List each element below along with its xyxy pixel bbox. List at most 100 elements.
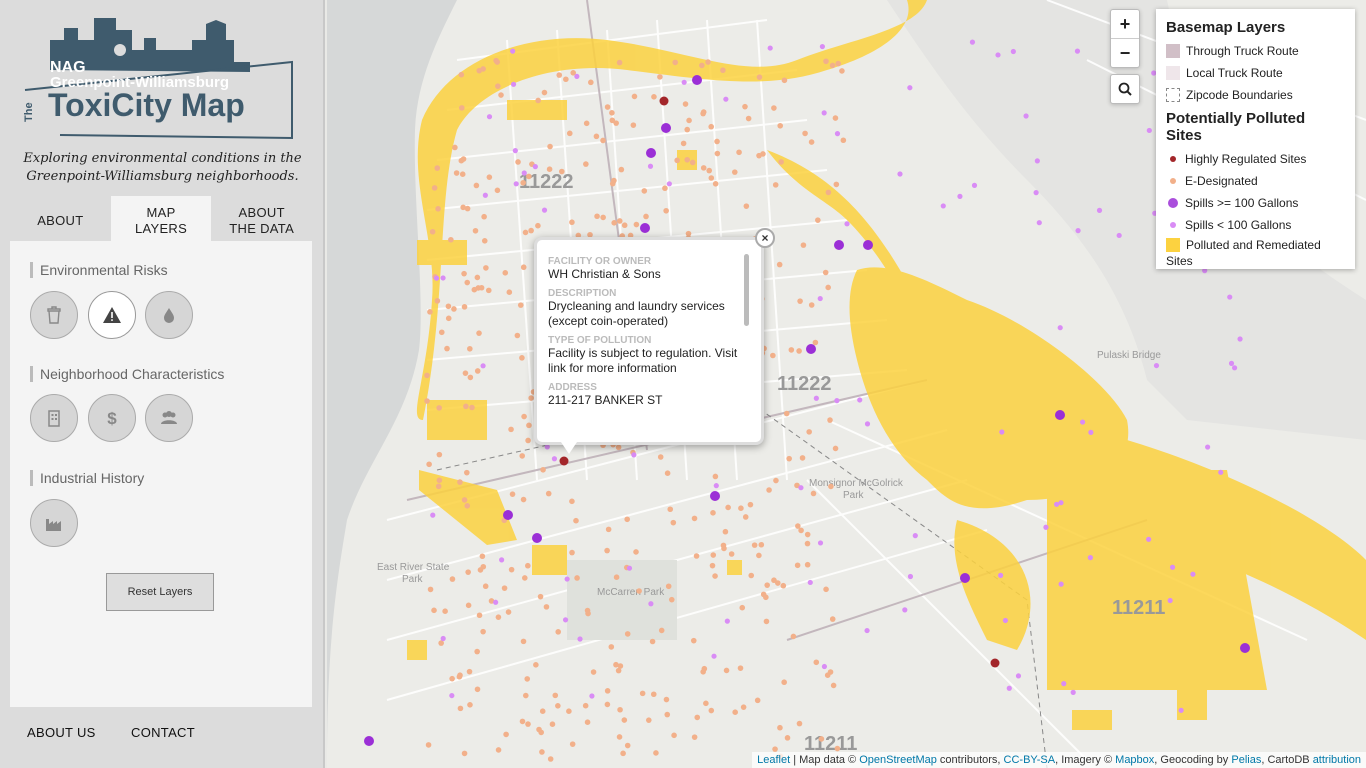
spill-small-marker[interactable] xyxy=(1146,536,1152,542)
regulated-marker[interactable] xyxy=(559,456,569,466)
e-designated-marker[interactable] xyxy=(823,586,829,593)
spill-small-marker[interactable] xyxy=(1080,419,1086,425)
spill-layer-button[interactable] xyxy=(145,291,193,339)
spill-small-marker[interactable] xyxy=(1061,681,1067,687)
spill-small-marker[interactable] xyxy=(1034,158,1040,164)
e-designated-marker[interactable] xyxy=(540,466,546,473)
spill-small-marker[interactable] xyxy=(551,456,558,462)
e-designated-marker[interactable] xyxy=(464,503,471,509)
e-designated-marker[interactable] xyxy=(728,551,735,557)
spill-small-marker[interactable] xyxy=(499,557,505,563)
e-designated-marker[interactable] xyxy=(824,672,831,678)
e-designated-marker[interactable] xyxy=(566,708,572,714)
e-designated-marker[interactable] xyxy=(802,130,808,137)
e-designated-marker[interactable] xyxy=(509,491,516,497)
spill-small-marker[interactable] xyxy=(713,483,719,489)
e-designated-marker[interactable] xyxy=(684,156,690,163)
spill-small-marker[interactable] xyxy=(1169,564,1176,570)
spill-small-marker[interactable] xyxy=(907,85,913,91)
e-designated-marker[interactable] xyxy=(539,708,546,714)
trash-layer-button[interactable] xyxy=(30,291,78,339)
e-designated-marker[interactable] xyxy=(686,117,692,124)
e-designated-marker[interactable] xyxy=(604,547,610,554)
e-designated-marker[interactable] xyxy=(658,627,665,634)
spill-large-marker[interactable] xyxy=(364,736,374,746)
e-designated-marker[interactable] xyxy=(764,582,770,588)
e-designated-marker[interactable] xyxy=(563,76,569,83)
e-designated-marker[interactable] xyxy=(771,105,777,111)
e-designated-marker[interactable] xyxy=(427,309,433,315)
e-designated-marker[interactable] xyxy=(624,516,630,523)
spill-small-marker[interactable] xyxy=(486,114,493,120)
e-designated-marker[interactable] xyxy=(464,279,471,286)
e-designated-marker[interactable] xyxy=(703,700,709,707)
e-designated-marker[interactable] xyxy=(502,270,509,276)
e-designated-marker[interactable] xyxy=(478,284,485,291)
spill-small-marker[interactable] xyxy=(433,275,440,281)
e-designated-marker[interactable] xyxy=(774,580,781,586)
industry-layer-button[interactable] xyxy=(30,499,78,547)
e-designated-marker[interactable] xyxy=(649,638,656,645)
e-designated-marker[interactable] xyxy=(784,735,791,741)
e-designated-marker[interactable] xyxy=(458,71,465,78)
e-designated-marker[interactable] xyxy=(481,213,487,220)
spill-small-marker[interactable] xyxy=(440,635,446,642)
spill-small-marker[interactable] xyxy=(902,607,908,613)
e-designated-marker[interactable] xyxy=(641,188,648,194)
e-designated-marker[interactable] xyxy=(834,745,841,752)
e-designated-marker[interactable] xyxy=(498,92,504,98)
e-designated-marker[interactable] xyxy=(663,696,670,703)
spill-small-marker[interactable] xyxy=(971,182,978,188)
e-designated-marker[interactable] xyxy=(469,404,475,411)
spill-small-marker[interactable] xyxy=(1010,48,1016,55)
spill-large-marker[interactable] xyxy=(806,344,816,354)
e-designated-marker[interactable] xyxy=(590,669,597,675)
e-designated-marker[interactable] xyxy=(828,483,834,490)
e-designated-marker[interactable] xyxy=(720,67,726,74)
e-designated-marker[interactable] xyxy=(796,348,802,354)
e-designated-marker[interactable] xyxy=(615,444,622,451)
search-button[interactable] xyxy=(1110,74,1140,104)
e-designated-marker[interactable] xyxy=(616,218,623,224)
leaflet-link[interactable]: Leaflet xyxy=(757,754,790,766)
e-designated-marker[interactable] xyxy=(435,205,441,212)
e-designated-marker[interactable] xyxy=(444,345,450,352)
e-designated-marker[interactable] xyxy=(825,189,832,196)
e-designated-marker[interactable] xyxy=(514,332,521,339)
spill-small-marker[interactable] xyxy=(648,601,654,607)
spill-small-marker[interactable] xyxy=(1074,48,1081,54)
e-designated-marker[interactable] xyxy=(639,690,646,697)
spill-large-marker[interactable] xyxy=(661,123,671,133)
e-designated-marker[interactable] xyxy=(584,607,591,614)
e-designated-marker[interactable] xyxy=(725,504,731,511)
spill-small-marker[interactable] xyxy=(626,565,633,571)
e-designated-marker[interactable] xyxy=(522,692,529,699)
e-designated-marker[interactable] xyxy=(521,575,528,581)
e-designated-marker[interactable] xyxy=(558,168,565,175)
e-designated-marker[interactable] xyxy=(700,109,707,115)
spill-small-marker[interactable] xyxy=(544,444,550,450)
e-designated-marker[interactable] xyxy=(533,662,539,668)
spill-small-marker[interactable] xyxy=(1015,673,1022,679)
spill-small-marker[interactable] xyxy=(834,131,841,137)
e-designated-marker[interactable] xyxy=(766,487,772,493)
e-designated-marker[interactable] xyxy=(691,734,698,740)
e-designated-marker[interactable] xyxy=(822,269,829,276)
spill-small-marker[interactable] xyxy=(817,540,824,546)
spill-large-marker[interactable] xyxy=(503,510,513,520)
spill-small-marker[interactable] xyxy=(857,397,863,403)
e-designated-marker[interactable] xyxy=(436,405,442,411)
e-designated-marker[interactable] xyxy=(574,575,580,581)
e-designated-marker[interactable] xyxy=(624,742,631,749)
e-designated-marker[interactable] xyxy=(463,403,469,410)
spill-large-marker[interactable] xyxy=(863,240,873,250)
e-designated-marker[interactable] xyxy=(708,123,715,130)
e-designated-marker[interactable] xyxy=(616,59,623,66)
e-designated-marker[interactable] xyxy=(495,614,502,620)
e-designated-marker[interactable] xyxy=(547,756,554,762)
e-designated-marker[interactable] xyxy=(806,429,812,435)
spill-small-marker[interactable] xyxy=(521,170,527,176)
e-designated-marker[interactable] xyxy=(763,594,769,601)
reset-layers-button[interactable]: Reset Layers xyxy=(106,573,214,611)
spill-small-marker[interactable] xyxy=(440,275,446,281)
